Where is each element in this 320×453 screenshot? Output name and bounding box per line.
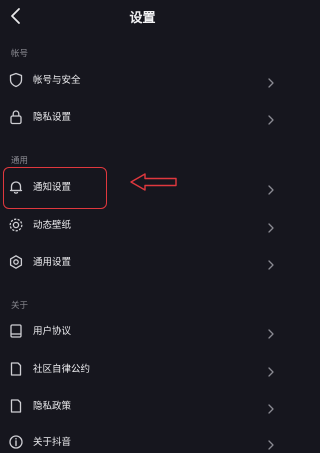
wallpaper-icon bbox=[8, 217, 24, 233]
annotation-highlight-box bbox=[3, 167, 107, 209]
section-label-general: 通用 bbox=[11, 156, 29, 166]
settings-row-user-agreement[interactable]: 用户协议 bbox=[0, 313, 285, 349]
info-icon bbox=[8, 434, 24, 450]
document-icon bbox=[8, 361, 24, 377]
chevron-right-icon bbox=[267, 181, 275, 195]
row-label: 关于抖音 bbox=[33, 437, 72, 448]
lock-icon bbox=[8, 109, 24, 125]
header-bar: 设置 bbox=[0, 0, 285, 34]
chevron-right-icon bbox=[267, 256, 275, 270]
page-title: 设置 bbox=[129, 11, 156, 26]
chevron-right-icon bbox=[267, 436, 275, 450]
row-label: 通用设置 bbox=[33, 257, 72, 268]
annotation-arrow-icon bbox=[130, 173, 177, 191]
chevron-right-icon bbox=[267, 219, 275, 233]
chevron-right-icon bbox=[267, 400, 275, 414]
row-label: 用户协议 bbox=[33, 326, 72, 337]
chevron-right-icon bbox=[267, 74, 275, 88]
settings-row-about[interactable]: 关于抖音 bbox=[0, 424, 285, 453]
settings-row-account-security[interactable]: 帐号与安全 bbox=[0, 62, 285, 98]
section-label-account: 帐号 bbox=[11, 49, 29, 59]
chevron-right-icon bbox=[267, 325, 275, 339]
row-label: 隐私设置 bbox=[33, 112, 72, 123]
chevron-right-icon bbox=[267, 111, 275, 125]
document-icon bbox=[8, 398, 24, 414]
row-label: 帐号与安全 bbox=[33, 75, 81, 86]
section-label-about: 关于 bbox=[11, 301, 29, 311]
row-label: 社区自律公约 bbox=[33, 364, 91, 375]
shield-icon bbox=[8, 72, 24, 88]
settings-row-general[interactable]: 通用设置 bbox=[0, 244, 285, 280]
settings-row-privacy[interactable]: 隐私设置 bbox=[0, 99, 285, 135]
gear-icon bbox=[8, 254, 24, 270]
settings-row-privacy-policy[interactable]: 隐私政策 bbox=[0, 388, 285, 424]
settings-row-live-wallpaper[interactable]: 动态壁纸 bbox=[0, 207, 285, 243]
settings-row-community-guidelines[interactable]: 社区自律公约 bbox=[0, 351, 285, 387]
row-label: 隐私政策 bbox=[33, 401, 72, 412]
book-icon bbox=[8, 323, 24, 339]
chevron-right-icon bbox=[267, 363, 275, 377]
row-label: 动态壁纸 bbox=[33, 220, 72, 231]
